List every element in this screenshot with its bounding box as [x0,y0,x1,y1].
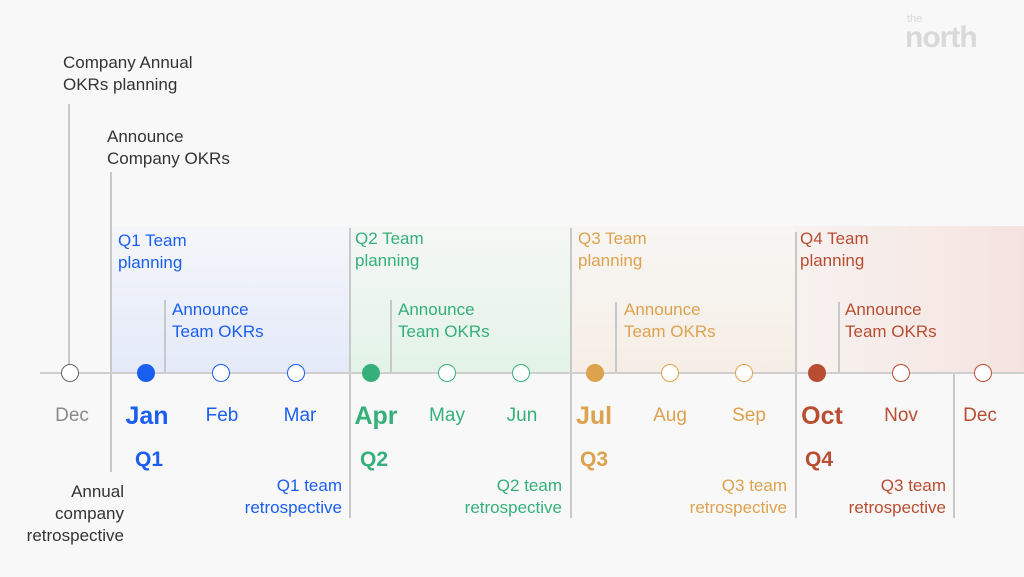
label-line: retrospective [689,498,787,517]
q4-planning-line [795,232,797,518]
the-north-logo: the north [905,14,978,54]
month-label-jun: Jun [506,405,538,426]
q4-team-retrospective-label: Q3 team retrospective [804,475,946,519]
q4-retro-line [953,374,955,518]
month-label-mar: Mar [283,405,317,426]
label-line: retrospective [244,498,342,517]
month-label-aug: Aug [653,405,687,426]
label-line: retrospective [26,526,124,545]
label-line: Announce [845,300,922,319]
quarter-label-q2: Q2 [359,448,388,471]
month-dot-dec-start [61,364,79,382]
label-line: Q2 Team [355,229,424,248]
company-planning-line [68,104,70,366]
timeline-axis [40,372,1024,374]
label-line: Annual [71,482,124,501]
label-line: retrospective [464,498,562,517]
label-line: planning [800,251,865,270]
month-label-sep: Sep [732,405,766,426]
label-line: retrospective [848,498,946,517]
logo-large-text: north [905,21,978,54]
label-line: Q3 team [880,476,946,495]
label-line: Announce [624,300,701,319]
month-dot-aug [661,364,679,382]
annual-company-retrospective-label: Annual company retrospective [0,481,124,547]
month-label-may: May [429,405,465,426]
q1-announce-team-okrs-label: Announce Team OKRs [172,299,264,343]
label-line: Company Annual [63,53,193,72]
month-label-jul: Jul [575,402,613,430]
label-line: OKRs planning [63,75,178,94]
q2-team-planning-label: Q2 Team planning [355,228,424,272]
announce-company-okrs-label: Announce Company OKRs [107,126,230,170]
month-label-jan: Jan [125,402,169,430]
quarter-label-q1: Q1 [134,448,163,471]
q2-announce-team-okrs-label: Announce Team OKRs [398,299,490,343]
month-dot-jun [512,364,530,382]
q3-announce-line [615,302,617,374]
month-label-dec-start: Dec [55,405,89,426]
q4-announce-line [838,302,840,374]
label-line: planning [578,251,643,270]
label-line: Team OKRs [845,322,937,341]
label-line: planning [355,251,420,270]
month-dot-mar [287,364,305,382]
label-line: Team OKRs [172,322,264,341]
label-line: Q1 team [276,476,342,495]
q3-team-planning-label: Q3 Team planning [578,228,647,272]
q2-announce-line [390,300,392,372]
company-annual-planning-label: Company Annual OKRs planning [63,52,192,96]
month-dot-jul [586,364,604,382]
month-dot-oct [808,364,826,382]
month-label-feb: Feb [205,405,239,426]
month-label-dec-end: Dec [963,405,997,426]
quarter-label-q4: Q4 [804,448,833,471]
month-dot-apr [362,364,380,382]
q3-announce-team-okrs-label: Announce Team OKRs [624,299,716,343]
label-line: Q2 team [496,476,562,495]
q3-team-retrospective-label: Q3 team retrospective [645,475,787,519]
q2-team-retrospective-label: Q2 team retrospective [420,475,562,519]
label-line: Announce [398,300,475,319]
month-label-oct: Oct [801,402,843,430]
label-line: Team OKRs [398,322,490,341]
label-line: Q4 Team [800,229,869,248]
label-line: Q3 Team [578,229,647,248]
month-label-nov: Nov [884,405,918,426]
label-line: Q1 Team [118,231,187,250]
label-line: Q3 team [721,476,787,495]
q1-team-retrospective-label: Q1 team retrospective [200,475,342,519]
label-line: Announce [107,127,184,146]
month-dot-feb [212,364,230,382]
quarter-label-q3: Q3 [579,448,608,471]
label-line: company [55,504,124,523]
q4-announce-team-okrs-label: Announce Team OKRs [845,299,937,343]
month-label-apr: Apr [354,402,398,430]
label-line: Company OKRs [107,149,230,168]
month-dot-nov [892,364,910,382]
month-dot-sep [735,364,753,382]
label-line: Announce [172,300,249,319]
label-line: planning [118,253,183,272]
q4-team-planning-label: Q4 Team planning [800,228,869,272]
label-line: Team OKRs [624,322,716,341]
q1-team-planning-label: Q1 Team planning [118,230,187,274]
month-dot-may [438,364,456,382]
q1-announce-line [164,300,166,372]
month-dot-dec-end [974,364,992,382]
month-dot-jan [137,364,155,382]
